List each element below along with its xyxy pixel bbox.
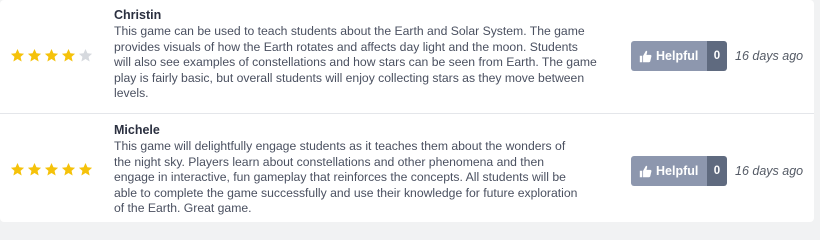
- star-filled-icon: [44, 162, 59, 176]
- rating-stars: [10, 162, 93, 177]
- star-filled-icon: [44, 48, 59, 62]
- helpful-label: Helpful: [656, 164, 699, 178]
- star-filled-icon: [10, 48, 25, 62]
- review-author: Christin: [114, 8, 162, 22]
- review-text-line: the night sky. Players learn about const…: [114, 154, 545, 169]
- helpful-label: Helpful: [656, 49, 699, 63]
- helpful-count: 0: [707, 156, 727, 186]
- review-item: Christin This game can be used to teach …: [0, 0, 814, 113]
- helpful-button[interactable]: Helpful 0: [631, 41, 727, 71]
- review-text-line: able to complete the game successfully a…: [114, 185, 578, 200]
- review-author: Michele: [114, 123, 160, 137]
- review-text-line: will also see examples of constellations…: [114, 55, 597, 70]
- star-filled-icon: [27, 162, 42, 176]
- rating-stars: [10, 48, 93, 63]
- review-text-line: levels.: [114, 86, 149, 101]
- review-text-line: play is fairly basic, but overall studen…: [114, 70, 585, 85]
- thumbs-up-icon: [639, 50, 652, 62]
- review-item: Michele This game will delightfully enga…: [0, 113, 814, 222]
- review-text-line: This game will delightfully engage stude…: [114, 139, 566, 153]
- review-date: 16 days ago: [735, 49, 804, 63]
- reviews-card: Christin This game can be used to teach …: [0, 0, 814, 222]
- star-filled-icon: [61, 48, 76, 62]
- review-text-line: provides visuals of how the Earth rotate…: [114, 39, 578, 54]
- review-text: This game can be used to teach students …: [114, 24, 622, 102]
- star-filled-icon: [10, 162, 25, 176]
- helpful-label-area[interactable]: Helpful: [631, 156, 707, 186]
- review-text: This game will delightfully engage stude…: [114, 139, 622, 217]
- helpful-label-area[interactable]: Helpful: [631, 41, 707, 71]
- helpful-count: 0: [707, 41, 727, 71]
- review-date: 16 days ago: [735, 164, 804, 178]
- star-filled-icon: [61, 162, 76, 176]
- star-filled-icon: [78, 162, 93, 176]
- thumbs-up-icon: [639, 165, 652, 177]
- helpful-button[interactable]: Helpful 0: [631, 156, 727, 186]
- review-text-line: This game can be used to teach students …: [114, 24, 585, 38]
- review-text-line: of the Earth. Great game.: [114, 201, 252, 216]
- star-empty-icon: [78, 48, 93, 62]
- review-text-line: engage in interactive, fun gameplay that…: [114, 170, 566, 185]
- star-filled-icon: [27, 48, 42, 62]
